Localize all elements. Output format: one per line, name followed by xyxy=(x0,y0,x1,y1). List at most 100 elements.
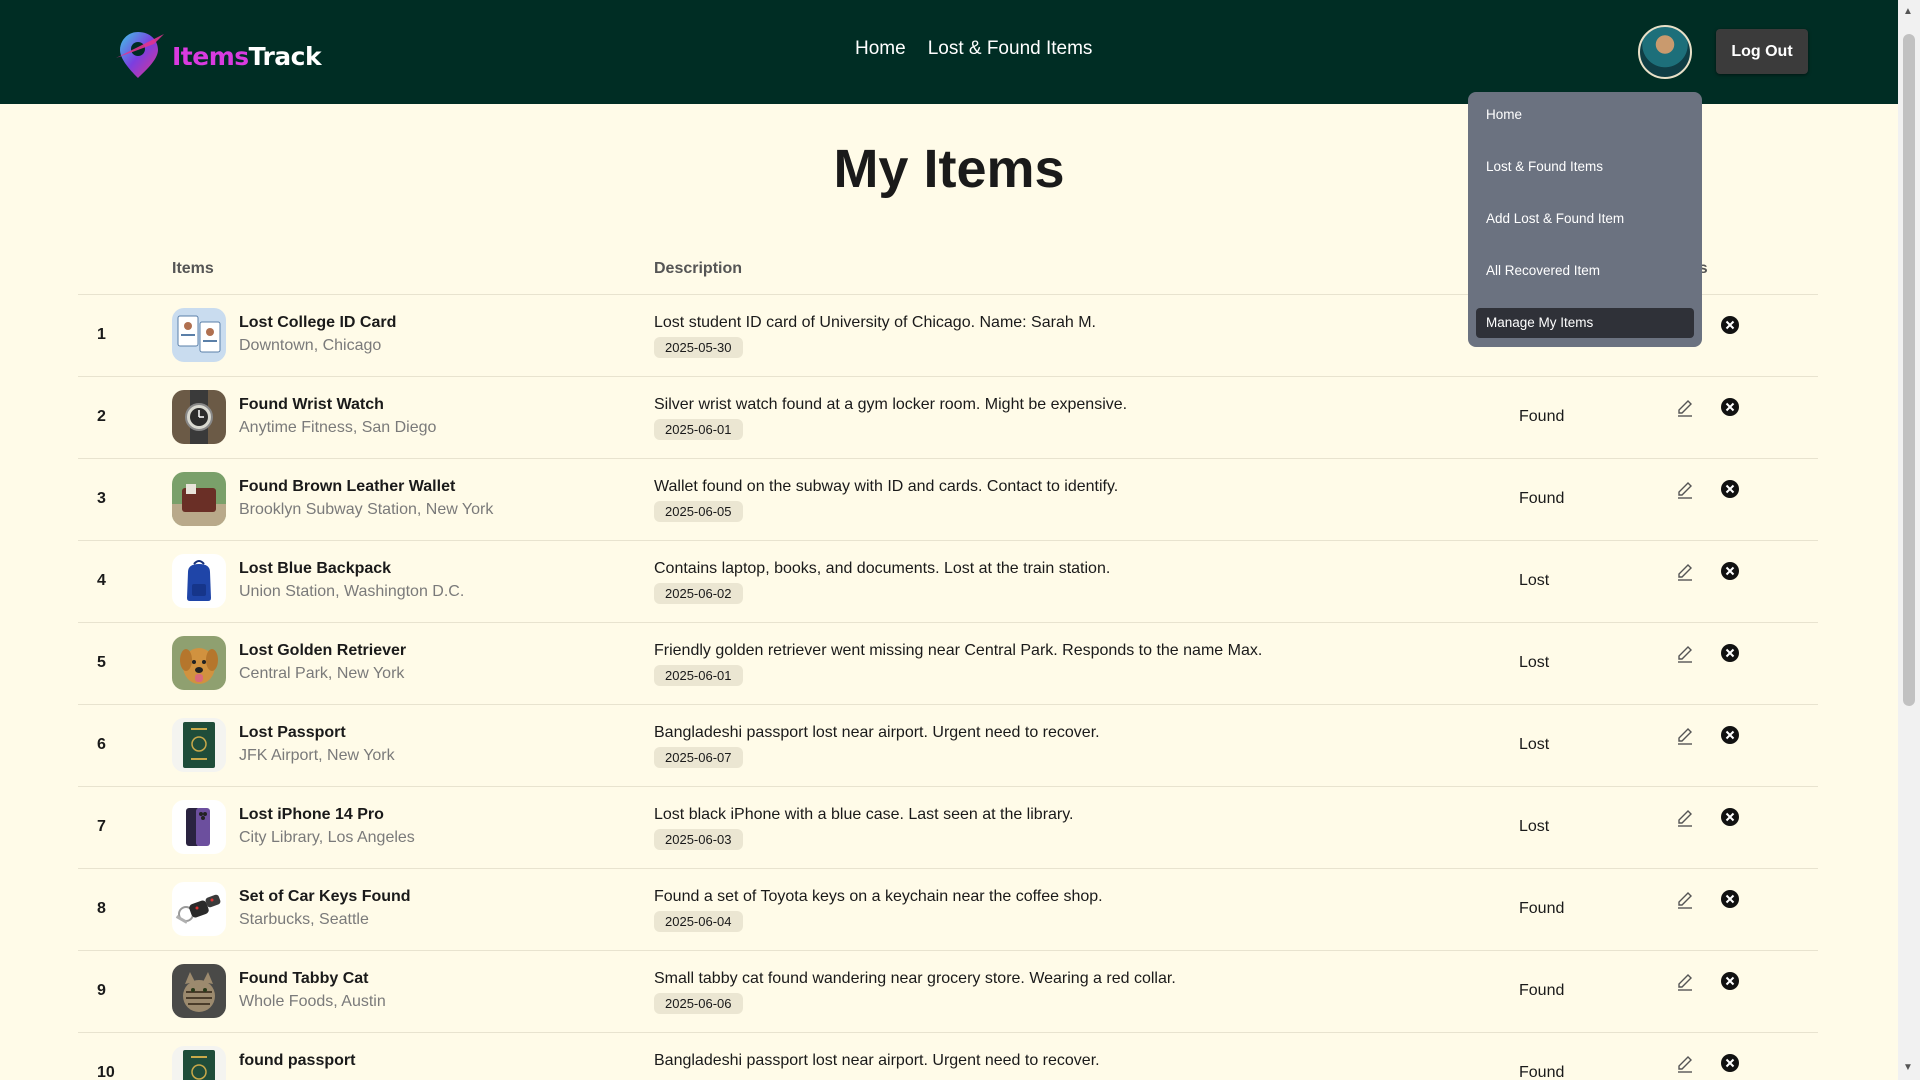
table-row: 9 Found Tabby Cat Whole Foods, Austin Sm… xyxy=(78,951,1818,1033)
row-number: 5 xyxy=(97,654,106,671)
scroll-down-icon[interactable]: ▼ xyxy=(1903,1062,1913,1073)
delete-x-icon[interactable] xyxy=(1719,642,1741,664)
delete-x-icon[interactable] xyxy=(1719,314,1741,336)
menu-item-lost-found-items[interactable]: Lost & Found Items xyxy=(1476,152,1694,182)
item-location: Central Park, New York xyxy=(239,665,405,682)
row-number: 4 xyxy=(97,572,106,589)
row-number: 10 xyxy=(97,1064,115,1080)
menu-item-manage-my-items[interactable]: Manage My Items xyxy=(1476,308,1694,338)
avatar[interactable] xyxy=(1638,25,1692,79)
edit-pencil-icon[interactable] xyxy=(1674,397,1696,419)
phone-thumbnail-icon xyxy=(172,800,226,854)
menu-item-home[interactable]: Home xyxy=(1476,100,1694,130)
scroll-up-icon[interactable]: ▲ xyxy=(1903,6,1913,17)
item-name: Found Brown Leather Wallet xyxy=(239,478,456,495)
nav-link-lost-found[interactable]: Lost & Found Items xyxy=(928,38,1093,60)
navbar: ItemsTrack Home Lost & Found Items Log O… xyxy=(0,0,1898,104)
items-table: Items Description ns 1 Lost College ID C… xyxy=(78,250,1818,1080)
wallet-thumbnail-icon xyxy=(172,472,226,526)
delete-x-icon[interactable] xyxy=(1719,724,1741,746)
logo[interactable]: ItemsTrack xyxy=(114,28,322,80)
status-text: Found xyxy=(1519,1064,1565,1080)
row-number: 9 xyxy=(97,982,106,999)
table-row: 6 Lost Passport JFK Airport, New York Ba… xyxy=(78,705,1818,787)
column-header-description: Description xyxy=(654,260,743,277)
item-name: found passport xyxy=(239,1052,356,1069)
item-name: Found Tabby Cat xyxy=(239,970,369,987)
delete-x-icon[interactable] xyxy=(1719,560,1741,582)
item-description: Found a set of Toyota keys on a keychain… xyxy=(654,888,1103,905)
edit-pencil-icon[interactable] xyxy=(1674,971,1696,993)
nav-link-home[interactable]: Home xyxy=(855,38,906,60)
delete-x-icon[interactable] xyxy=(1719,970,1741,992)
passport-thumbnail-icon xyxy=(172,1046,226,1080)
status-text: Found xyxy=(1519,490,1565,507)
item-name: Lost Golden Retriever xyxy=(239,642,407,659)
brand-name: ItemsTrack xyxy=(172,41,322,71)
date-badge: 2025-06-05 xyxy=(654,501,743,522)
delete-x-icon[interactable] xyxy=(1719,478,1741,500)
edit-pencil-icon[interactable] xyxy=(1674,479,1696,501)
status-text: Lost xyxy=(1519,572,1550,589)
cat-thumbnail-icon xyxy=(172,964,226,1018)
date-badge: 2025-06-06 xyxy=(654,993,743,1014)
item-description: Wallet found on the subway with ID and c… xyxy=(654,478,1119,495)
date-badge: 2025-05-30 xyxy=(654,337,743,358)
table-body: 1 Lost College ID Card Downtown, Chicago… xyxy=(78,295,1818,1080)
scrollbar-thumb[interactable] xyxy=(1903,34,1915,706)
date-badge: 2025-06-03 xyxy=(654,829,743,850)
row-number: 8 xyxy=(97,900,106,917)
edit-pencil-icon[interactable] xyxy=(1674,643,1696,665)
date-badge: 2025-06-02 xyxy=(654,583,743,604)
id-card-thumbnail-icon xyxy=(172,308,226,362)
delete-x-icon[interactable] xyxy=(1719,1052,1741,1074)
item-description: Bangladeshi passport lost near airport. … xyxy=(654,1052,1100,1069)
edit-pencil-icon[interactable] xyxy=(1674,807,1696,829)
edit-pencil-icon[interactable] xyxy=(1674,725,1696,747)
backpack-thumbnail-icon xyxy=(172,554,226,608)
delete-x-icon[interactable] xyxy=(1719,396,1741,418)
nav-links: Home Lost & Found Items xyxy=(855,38,1092,60)
row-number: 2 xyxy=(97,408,106,425)
edit-pencil-icon[interactable] xyxy=(1674,1053,1696,1075)
row-number: 7 xyxy=(97,818,106,835)
table-row: 7 Lost iPhone 14 Pro City Library, Los A… xyxy=(78,787,1818,869)
delete-x-icon[interactable] xyxy=(1719,806,1741,828)
table-row: 10 found passport Bangladeshi passport l… xyxy=(78,1033,1818,1080)
item-location: Brooklyn Subway Station, New York xyxy=(239,501,494,518)
item-name: Set of Car Keys Found xyxy=(239,888,411,905)
delete-x-icon[interactable] xyxy=(1719,888,1741,910)
brand-name-part1: Items xyxy=(172,41,249,71)
item-description: Lost black iPhone with a blue case. Last… xyxy=(654,806,1074,823)
table-row: 8 Set of Car Keys Found Starbucks, Seatt… xyxy=(78,869,1818,951)
edit-pencil-icon[interactable] xyxy=(1674,889,1696,911)
status-text: Lost xyxy=(1519,654,1550,671)
row-number: 6 xyxy=(97,736,106,753)
table-row: 3 Found Brown Leather Wallet Brooklyn Su… xyxy=(78,459,1818,541)
date-badge: 2025-06-07 xyxy=(654,747,743,768)
item-description: Lost student ID card of University of Ch… xyxy=(654,314,1096,331)
edit-pencil-icon[interactable] xyxy=(1674,561,1696,583)
watch-thumbnail-icon xyxy=(172,390,226,444)
status-text: Lost xyxy=(1519,818,1550,835)
item-description: Friendly golden retriever went missing n… xyxy=(654,642,1263,659)
item-location: Starbucks, Seattle xyxy=(239,911,369,928)
row-number: 1 xyxy=(97,326,106,343)
passport-thumbnail-icon xyxy=(172,718,226,772)
row-number: 3 xyxy=(97,490,106,507)
location-pin-icon xyxy=(114,28,170,80)
keys-thumbnail-icon xyxy=(172,882,226,936)
item-name: Found Wrist Watch xyxy=(239,396,384,413)
item-location: JFK Airport, New York xyxy=(239,747,395,764)
status-text: Lost xyxy=(1519,736,1550,753)
item-location: Whole Foods, Austin xyxy=(239,993,386,1010)
item-description: Bangladeshi passport lost near airport. … xyxy=(654,724,1100,741)
item-location: Anytime Fitness, San Diego xyxy=(239,419,437,436)
item-name: Lost iPhone 14 Pro xyxy=(239,806,384,823)
scrollbar[interactable]: ▲ ▼ xyxy=(1898,0,1920,1080)
date-badge: 2025-06-04 xyxy=(654,911,743,932)
menu-item-add-lost-found-item[interactable]: Add Lost & Found Item xyxy=(1476,204,1694,234)
menu-item-all-recovered-item[interactable]: All Recovered Item xyxy=(1476,256,1694,286)
logout-button[interactable]: Log Out xyxy=(1716,29,1808,74)
item-description: Small tabby cat found wandering near gro… xyxy=(654,970,1176,987)
